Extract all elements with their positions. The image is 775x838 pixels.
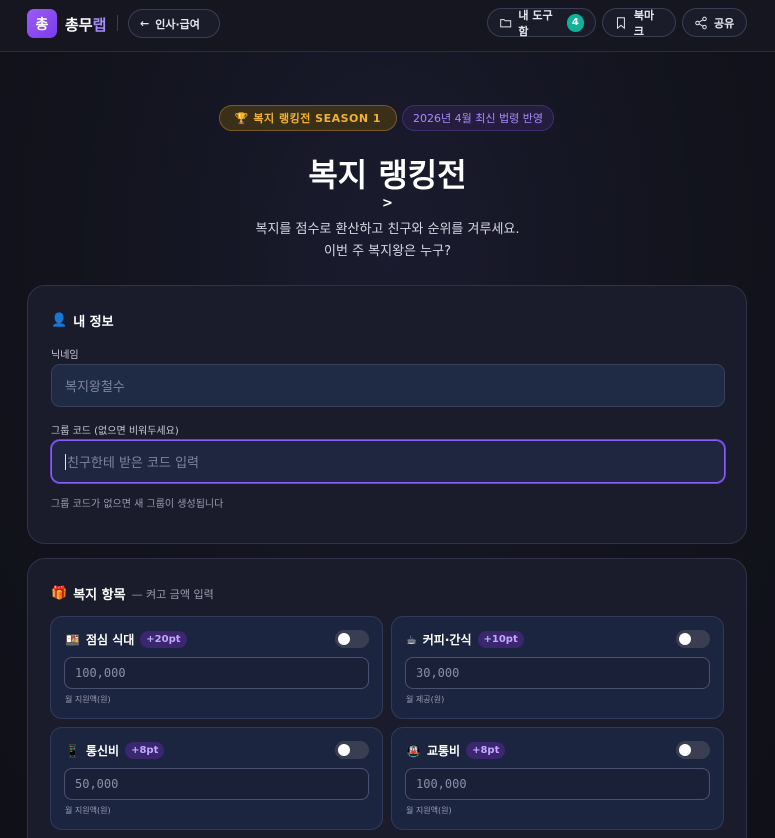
lunch-amount-input[interactable]: 100,000: [64, 657, 369, 689]
profile-card: 👤 내 정보 닉네임 복지왕철수 그룹 코드 (없으면 비워두세요) 친구한테 …: [27, 285, 747, 544]
bookmark-icon: [616, 16, 625, 29]
page-title: 복지 랭킹전: [308, 156, 467, 194]
group-code-placeholder: 친구한테 받은 코드 입력: [67, 456, 199, 471]
item-header: 🍱 점심 식대 +20pt: [65, 631, 187, 648]
item-name: 커피·간식: [422, 633, 472, 647]
top-navigation-bar: 총 총무랩 ← 인사·급여 내 도구함 4 북마크 공유: [0, 0, 775, 52]
hero-arrow: >: [382, 196, 393, 211]
toolbox-button[interactable]: 내 도구함 4: [487, 8, 596, 38]
brand-accent: 랩: [92, 16, 107, 34]
logo-icon[interactable]: 총: [27, 9, 57, 38]
transport-amount-input[interactable]: 100,000: [405, 768, 710, 800]
nickname-label: 닉네임: [51, 350, 79, 361]
points-badge: +8pt: [466, 742, 506, 759]
item-caption: 월 제공(원): [406, 695, 445, 704]
user-icon: 👤: [51, 313, 68, 328]
welfare-item-transport: 🚇 교통비 +8pt 100,000 월 지원액(원): [391, 727, 724, 830]
welfare-card: 🎁 복지 항목 — 켜고 금액 입력 🍱 점심 식대 +20pt 100,000…: [27, 558, 747, 838]
item-name: 통신비: [85, 744, 120, 758]
profile-title-text: 내 정보: [73, 315, 114, 330]
item-header: 📱 통신비 +8pt: [65, 742, 165, 759]
arrow-left-icon: ←: [140, 17, 150, 30]
welfare-item-coffee: ☕ 커피·간식 +10pt 30,000 월 제공(원): [391, 616, 724, 719]
folder-icon: [500, 18, 512, 27]
coffee-icon: ☕: [406, 632, 417, 647]
points-badge: +8pt: [125, 742, 165, 759]
bookmark-button[interactable]: 북마크: [602, 8, 676, 38]
page-subtitle: 복지를 점수로 환산하고 친구와 순위를 겨루세요. 이번 주 복지왕은 누구?: [0, 219, 775, 263]
welfare-item-lunch: 🍱 점심 식대 +20pt 100,000 월 지원액(원): [50, 616, 383, 719]
points-badge: +10pt: [477, 631, 524, 648]
toolbox-count-badge: 4: [566, 13, 584, 32]
share-button[interactable]: 공유: [682, 8, 747, 37]
back-button[interactable]: ← 인사·급여: [128, 9, 220, 38]
group-code-input[interactable]: 친구한테 받은 코드 입력: [51, 440, 725, 483]
brand-main: 총무: [65, 16, 93, 34]
item-header: 🚇 교통비 +8pt: [406, 742, 506, 759]
nickname-input[interactable]: 복지왕철수: [51, 364, 725, 407]
welfare-hint: — 켜고 금액 입력: [131, 587, 214, 601]
amount-placeholder: 100,000: [75, 666, 126, 680]
welfare-card-title: 🎁 복지 항목 — 켜고 금액 입력: [51, 584, 214, 603]
group-code-helper: 그룹 코드가 없으면 새 그룹이 생성됩니다: [51, 499, 224, 510]
season-badge: 🏆 복지 랭킹전 SEASON 1: [219, 105, 397, 131]
phone-icon: 📱: [65, 743, 80, 758]
brand-name[interactable]: 총무랩: [65, 14, 106, 35]
item-caption: 월 지원액(원): [65, 695, 111, 704]
item-caption: 월 지원액(원): [406, 806, 452, 815]
amount-placeholder: 50,000: [75, 777, 119, 791]
coffee-amount-input[interactable]: 30,000: [405, 657, 710, 689]
amount-placeholder: 100,000: [416, 777, 467, 791]
nickname-placeholder: 복지왕철수: [65, 380, 125, 395]
welfare-title-text: 복지 항목: [73, 588, 126, 603]
welfare-item-phone: 📱 통신비 +8pt 50,000 월 지원액(원): [50, 727, 383, 830]
share-label: 공유: [714, 16, 735, 30]
text-caret: [65, 453, 66, 470]
toggle-knob: [338, 633, 350, 645]
points-badge: +20pt: [140, 631, 187, 648]
item-caption: 월 지원액(원): [65, 806, 111, 815]
law-update-badge: 2026년 4월 최신 법령 반영: [402, 105, 554, 131]
phone-amount-input[interactable]: 50,000: [64, 768, 369, 800]
subtitle-line-1: 복지를 점수로 환산하고 친구와 순위를 겨루세요.: [255, 222, 520, 237]
header-divider: [117, 15, 118, 31]
transport-toggle[interactable]: [676, 741, 710, 759]
subtitle-line-2: 이번 주 복지왕은 누구?: [324, 244, 451, 259]
subway-icon: 🚇: [406, 743, 421, 758]
group-code-label: 그룹 코드 (없으면 비워두세요): [51, 426, 179, 437]
item-name: 교통비: [426, 744, 461, 758]
toolbox-label: 내 도구함: [518, 8, 553, 38]
item-name: 점심 식대: [85, 633, 135, 647]
item-header: ☕ 커피·간식 +10pt: [406, 631, 524, 648]
bookmark-label: 북마크: [633, 8, 655, 38]
toggle-knob: [679, 744, 691, 756]
share-icon: [695, 16, 707, 29]
coffee-toggle[interactable]: [676, 630, 710, 648]
phone-toggle[interactable]: [335, 741, 369, 759]
toggle-knob: [338, 744, 350, 756]
toggle-knob: [679, 633, 691, 645]
profile-card-title: 👤 내 정보: [51, 311, 114, 330]
back-button-label: 인사·급여: [155, 17, 200, 31]
amount-placeholder: 30,000: [416, 666, 460, 680]
lunch-icon: 🍱: [65, 632, 80, 647]
gift-icon: 🎁: [51, 586, 68, 601]
lunch-toggle[interactable]: [335, 630, 369, 648]
